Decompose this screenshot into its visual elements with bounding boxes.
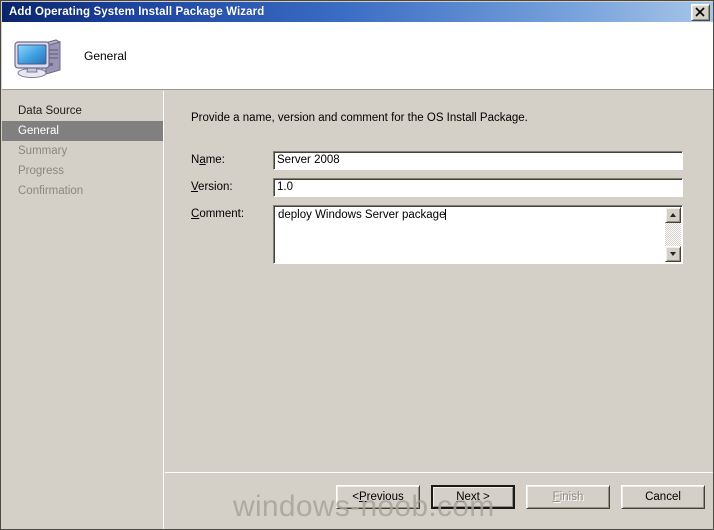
name-label: Name: [191,151,273,170]
version-label: Version: [191,178,273,197]
next-button-post: ext > [464,491,490,503]
page-title: General [84,48,127,63]
wizard-sidebar: Data Source General Summary Progress Con… [2,91,164,529]
arrow-up-icon [670,213,676,217]
comment-scrollbar[interactable] [665,207,681,262]
comment-label-post: omment: [199,208,245,220]
next-button-mnemonic: N [456,491,465,503]
version-label-mnemonic: V [191,181,199,193]
button-bar: < Previous Next > Finish Cancel [336,485,705,509]
sidebar-top-pad [2,91,163,101]
arrow-down-icon [670,252,676,256]
finish-button: Finish [526,485,610,509]
wizard-footer: < Previous Next > Finish Cancel [165,473,713,529]
name-row: Name: Server 2008 [191,151,683,170]
previous-button-pre: < [352,491,359,503]
next-button[interactable]: Next > [431,485,515,509]
sidebar-item-confirmation[interactable]: Confirmation [2,181,163,201]
name-label-post: me: [205,154,225,166]
close-icon [695,6,705,17]
wizard-window: Add Operating System Install Package Wiz… [0,0,714,530]
comment-label: Comment: [191,205,273,224]
previous-button-post: revious [366,491,404,503]
comment-input[interactable]: deploy Windows Server package [273,205,683,264]
cancel-button[interactable]: Cancel [621,485,705,509]
wizard-content: Provide a name, version and comment for … [165,91,713,472]
title-bar: Add Operating System Install Package Wiz… [2,2,713,22]
sidebar-item-summary[interactable]: Summary [2,141,163,161]
next-button-inner: Next > [433,487,513,507]
sidebar-item-progress[interactable]: Progress [2,161,163,181]
version-row: Version: 1.0 [191,178,683,197]
comment-value: deploy Windows Server package [278,209,446,221]
previous-button[interactable]: < Previous [336,485,420,509]
window-title: Add Operating System Install Package Wiz… [9,6,265,18]
previous-button-mnemonic: P [358,491,367,503]
sidebar-item-general[interactable]: General [2,121,163,141]
finish-button-post: inish [559,491,584,503]
version-input[interactable]: 1.0 [273,178,683,197]
scroll-down-button[interactable] [665,246,681,262]
intro-text: Provide a name, version and comment for … [191,112,528,124]
close-button[interactable] [691,3,710,21]
text-caret [445,209,447,220]
cancel-button-post: Cancel [645,491,681,503]
comment-input-text: deploy Windows Server package [278,208,663,222]
computer-icon [14,38,62,78]
name-input[interactable]: Server 2008 [273,151,683,170]
wizard-header: General [2,22,713,90]
scroll-up-button[interactable] [665,207,681,223]
version-label-post: ersion: [198,181,233,193]
sidebar-item-data-source[interactable]: Data Source [2,101,163,121]
finish-button-mnemonic: F [552,491,560,503]
comment-row: Comment: deploy Windows Server package [191,205,683,264]
